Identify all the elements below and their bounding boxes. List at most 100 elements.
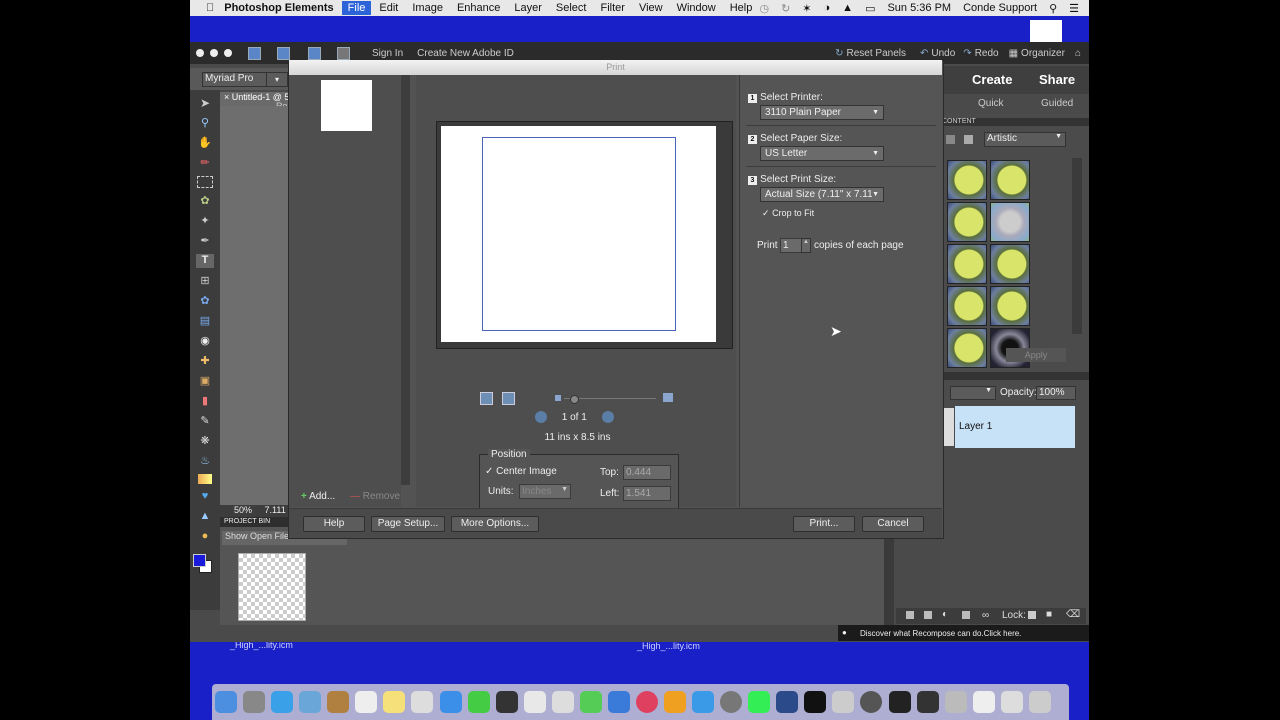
image-preview-frame[interactable] [482,137,676,331]
adjustment-layer-icon[interactable]: ◐ [942,609,948,620]
undo-button[interactable]: ↶ Undo [920,48,955,59]
guided-tab[interactable]: Guided [1041,98,1073,109]
printer-select[interactable]: 3110 Plain Paper ▼ [760,105,884,120]
zoom-slider-handle[interactable] [570,395,579,404]
units-select[interactable]: Inches ▼ [519,484,571,499]
redo-button[interactable]: ↷ Redo [963,48,998,59]
launchpad-icon[interactable] [243,691,266,713]
zoom-tool-icon[interactable]: ⚲ [196,116,214,130]
home-icon[interactable]: ⌂ [1075,48,1081,59]
straighten-tool-icon[interactable]: ▤ [196,314,214,328]
help-button[interactable]: Help [303,516,365,532]
tools-icon[interactable] [944,691,967,713]
lock-all-icon[interactable]: ■ [1046,609,1052,620]
zoom-in-icon[interactable] [663,393,673,402]
gradient-tool-icon[interactable] [198,474,212,484]
new-group-icon[interactable] [924,611,932,619]
paint-bucket-tool-icon[interactable]: ♨ [196,454,214,468]
menu-edit[interactable]: Edit [379,2,398,14]
bin-thumbnail[interactable] [238,553,306,621]
red-eye-tool-icon[interactable]: ◉ [196,334,214,348]
rotate-left-icon[interactable] [480,392,493,405]
numbers-icon[interactable] [579,691,602,713]
sign-in-link[interactable]: Sign In [372,48,403,59]
sponge-tool-icon[interactable]: ● [196,530,214,544]
copies-stepper[interactable]: ▲ [801,238,811,253]
bin-scrollbar[interactable] [884,527,894,625]
filter-thumbnail[interactable] [990,244,1030,284]
trash-icon[interactable] [1028,691,1051,713]
help-icon[interactable] [308,46,321,60]
link-icon[interactable]: ∞ [982,610,989,621]
facetime-icon[interactable] [467,691,490,713]
filter-thumbnail[interactable] [947,160,987,200]
filter-thumbnail[interactable] [990,160,1030,200]
shape-tool-icon[interactable]: ♥ [196,490,214,504]
create-adobe-id-link[interactable]: Create New Adobe ID [417,48,514,59]
messages-icon[interactable] [439,691,462,713]
eyedropper-tool-icon[interactable]: ✏ [196,156,214,170]
print-items-scrollbar[interactable] [401,75,410,485]
brush-tool-icon[interactable]: ✎ [196,414,214,428]
disk-utility-icon[interactable] [860,691,883,713]
apple-icon[interactable]:  [206,2,214,14]
crop-to-fit-checkbox[interactable]: ✓ Crop to Fit [762,208,814,219]
filter-thumbnail[interactable] [990,202,1030,242]
volume-icon[interactable]: ▲ [842,2,853,14]
menu-select[interactable]: Select [556,2,587,14]
content-filter-select[interactable]: Artistic ▼ [984,132,1066,147]
quick-tab[interactable]: Quick [978,98,1004,109]
quick-selection-tool-icon[interactable]: ✒ [196,234,214,248]
filter-thumbnail[interactable] [947,286,987,326]
cancel-button[interactable]: Cancel [862,516,924,532]
utility-icon[interactable] [832,691,855,713]
keynote-icon[interactable] [607,691,630,713]
spot-healing-tool-icon[interactable]: ✚ [196,354,214,368]
filter-thumbnail[interactable] [947,244,987,284]
menubar-clock[interactable]: Sun 5:36 PM [887,2,951,14]
eraser-tool-icon[interactable]: ▮ [196,394,214,408]
window-minimize-icon[interactable] [210,49,218,57]
type-tool-icon[interactable]: T [196,254,214,268]
wifi-icon[interactable]: ◑ [824,2,831,14]
photoshop-elements-icon[interactable] [776,691,799,713]
content-search-icon[interactable] [964,135,973,144]
photo-booth-icon[interactable] [495,691,518,713]
remove-button[interactable]: — Remove [350,491,400,502]
desktop-file-label[interactable]: _High_...lity.icm [637,641,700,651]
smart-brush-tool-icon[interactable]: ❋ [196,434,214,448]
clone-stamp-tool-icon[interactable]: ▣ [196,374,214,388]
print-button[interactable]: Print... [793,516,855,532]
time-machine-icon[interactable]: ◷ [759,2,769,15]
elements-organizer-icon[interactable] [748,691,771,713]
cookie-cutter-tool-icon[interactable]: ✿ [196,294,214,308]
left-input[interactable] [623,486,671,501]
zoom-out-icon[interactable] [555,395,561,401]
window-close-icon[interactable] [196,49,204,57]
reminders-icon[interactable] [411,691,434,713]
content-view-icon[interactable] [946,135,955,144]
menubar-user[interactable]: Conde Support [963,2,1037,14]
print-item-thumbnail[interactable] [321,80,372,131]
filter-thumbnail[interactable] [947,202,987,242]
copies-input[interactable] [780,238,802,253]
canvas-area[interactable] [220,106,290,506]
close-icon[interactable]: × [224,92,229,102]
create-tab[interactable]: Create [972,72,1012,87]
blend-mode-select[interactable]: ▼ [950,386,996,400]
opacity-select[interactable]: 100% [1036,386,1076,400]
terminal-icon[interactable] [804,691,827,713]
finder-icon[interactable] [215,691,237,713]
crop-tool-icon[interactable]: ⊞ [196,274,214,288]
lock-transparency-icon[interactable] [1028,611,1036,619]
menu-view[interactable]: View [639,2,663,14]
center-image-checkbox[interactable]: ✓ Center Image [485,466,557,477]
layer-row[interactable]: Layer 1 [955,406,1075,448]
system-preferences-icon[interactable] [720,691,743,713]
bluetooth-icon[interactable]: ✶ [802,2,811,15]
previous-page-icon[interactable] [535,411,547,423]
ibooks-icon[interactable] [664,691,686,713]
magic-wand-tool-icon[interactable]: ✦ [196,214,214,228]
project-bin-header[interactable]: PROJECT BIN [220,517,294,527]
photos-icon[interactable] [523,691,546,713]
